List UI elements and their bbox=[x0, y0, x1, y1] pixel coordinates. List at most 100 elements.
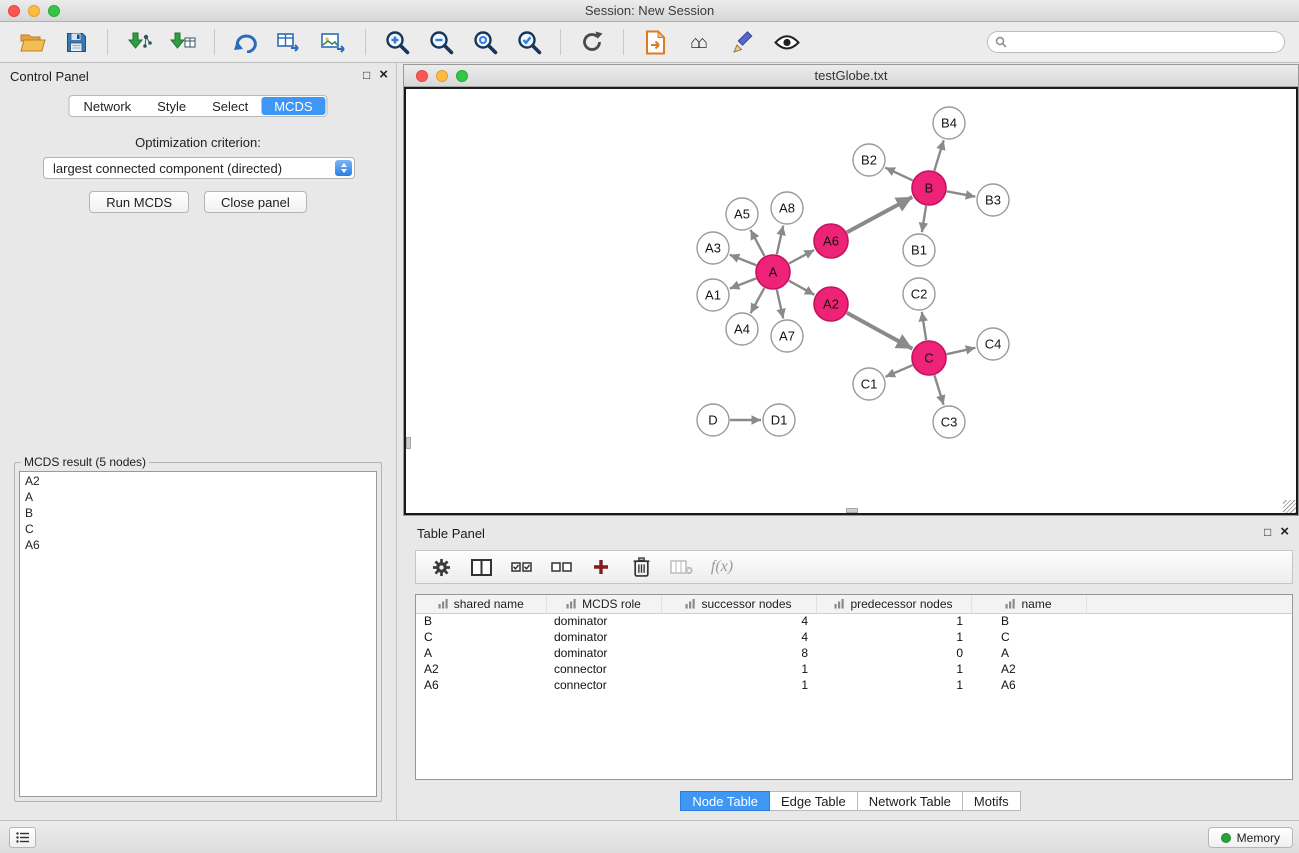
task-history-button[interactable] bbox=[9, 827, 36, 848]
tab-motifs[interactable]: Motifs bbox=[962, 791, 1021, 811]
cell-MCDS-role[interactable]: connector bbox=[546, 661, 661, 677]
edge-C-C3[interactable] bbox=[934, 375, 943, 405]
import-network-from-file-button[interactable] bbox=[119, 25, 159, 59]
edge-B-B4[interactable] bbox=[934, 140, 943, 171]
node-A4[interactable]: A4 bbox=[726, 313, 758, 345]
create-column-button[interactable] bbox=[586, 553, 616, 581]
cell-MCDS-role[interactable]: dominator bbox=[546, 613, 661, 629]
edge-C-C4[interactable] bbox=[947, 348, 976, 354]
node-A[interactable]: A bbox=[756, 255, 790, 289]
horizontal-scrollbar-thumb[interactable] bbox=[846, 508, 858, 513]
column-header-MCDS-role[interactable]: MCDS role bbox=[546, 595, 661, 613]
cell-successor-nodes[interactable]: 4 bbox=[661, 613, 816, 629]
node-B3[interactable]: B3 bbox=[977, 184, 1009, 216]
zoom-fit-button[interactable] bbox=[465, 25, 505, 59]
table-row[interactable]: Cdominator41C bbox=[416, 629, 1292, 645]
cell-name[interactable]: C bbox=[971, 629, 1086, 645]
node-A5[interactable]: A5 bbox=[726, 198, 758, 230]
table-row[interactable]: Bdominator41B bbox=[416, 613, 1292, 629]
zoom-out-button[interactable] bbox=[421, 25, 461, 59]
node-A8[interactable]: A8 bbox=[771, 192, 803, 224]
table-settings-button[interactable] bbox=[426, 553, 456, 581]
delete-column-button[interactable] bbox=[626, 553, 656, 581]
network-canvas[interactable]: B4B2BB3A8A5A6A3B1AC2A1A2A4A7C4CC1C3DD1 bbox=[404, 87, 1298, 515]
column-header-predecessor-nodes[interactable]: predecessor nodes bbox=[816, 595, 971, 613]
cell-predecessor-nodes[interactable]: 1 bbox=[816, 661, 971, 677]
node-A3[interactable]: A3 bbox=[697, 232, 729, 264]
edge-A-A8[interactable] bbox=[777, 226, 783, 255]
mcds-result-item[interactable]: A2 bbox=[25, 473, 371, 489]
cell-MCDS-role[interactable]: dominator bbox=[546, 629, 661, 645]
delete-table-button[interactable] bbox=[666, 553, 696, 581]
minimize-window-icon[interactable] bbox=[28, 5, 40, 17]
mcds-result-list[interactable]: A2ABCA6 bbox=[19, 471, 377, 797]
edge-B-B1[interactable] bbox=[922, 206, 926, 232]
edge-A-A4[interactable] bbox=[751, 288, 765, 313]
table-row[interactable]: A6connector11A6 bbox=[416, 677, 1292, 693]
node-B1[interactable]: B1 bbox=[903, 234, 935, 266]
edge-A-A1[interactable] bbox=[730, 278, 756, 288]
cell-name[interactable]: B bbox=[971, 613, 1086, 629]
zoom-in-button[interactable] bbox=[377, 25, 417, 59]
node-C1[interactable]: C1 bbox=[853, 368, 885, 400]
cell-predecessor-nodes[interactable]: 1 bbox=[816, 629, 971, 645]
window-titlebar[interactable]: Session: New Session bbox=[0, 0, 1299, 22]
tab-node-table[interactable]: Node Table bbox=[680, 791, 770, 811]
node-D1[interactable]: D1 bbox=[763, 404, 795, 436]
resize-grip-icon[interactable] bbox=[1283, 500, 1296, 513]
close-window-icon[interactable] bbox=[8, 5, 20, 17]
function-builder-button[interactable]: f(x) bbox=[706, 553, 736, 581]
node-A2[interactable]: A2 bbox=[814, 287, 848, 321]
node-A1[interactable]: A1 bbox=[697, 279, 729, 311]
mcds-result-item[interactable]: A6 bbox=[25, 537, 371, 553]
import-table-from-file-button[interactable] bbox=[163, 25, 203, 59]
tab-network[interactable]: Network bbox=[70, 97, 144, 115]
edge-A2-C[interactable] bbox=[847, 313, 913, 349]
cell-successor-nodes[interactable]: 1 bbox=[661, 677, 816, 693]
column-header-shared-name[interactable]: shared name bbox=[416, 595, 546, 613]
column-header-successor-nodes[interactable]: successor nodes bbox=[661, 595, 816, 613]
network-window-titlebar[interactable]: testGlobe.txt bbox=[404, 65, 1298, 87]
cell-name[interactable]: A bbox=[971, 645, 1086, 661]
deselect-all-button[interactable] bbox=[546, 553, 576, 581]
node-C[interactable]: C bbox=[912, 341, 946, 375]
home-button[interactable]: ⌂⌂ bbox=[679, 25, 719, 59]
float-panel-icon[interactable]: □ bbox=[363, 68, 370, 82]
cell-shared-name[interactable]: C bbox=[416, 629, 546, 645]
node-A6[interactable]: A6 bbox=[814, 224, 848, 258]
cell-MCDS-role[interactable]: dominator bbox=[546, 645, 661, 661]
open-document-button[interactable] bbox=[635, 25, 675, 59]
node-C4[interactable]: C4 bbox=[977, 328, 1009, 360]
node-A7[interactable]: A7 bbox=[771, 320, 803, 352]
save-session-button[interactable] bbox=[56, 25, 96, 59]
node-B2[interactable]: B2 bbox=[853, 144, 885, 176]
edge-B-B2[interactable] bbox=[885, 168, 912, 181]
refresh-button[interactable] bbox=[572, 25, 612, 59]
tab-select[interactable]: Select bbox=[199, 97, 261, 115]
cell-shared-name[interactable]: A6 bbox=[416, 677, 546, 693]
optimization-criterion-select[interactable]: largest connected component (directed) bbox=[43, 157, 355, 179]
cell-shared-name[interactable]: A bbox=[416, 645, 546, 661]
float-table-panel-icon[interactable]: □ bbox=[1264, 525, 1271, 539]
show-hide-button[interactable] bbox=[767, 25, 807, 59]
cell-successor-nodes[interactable]: 1 bbox=[661, 661, 816, 677]
mcds-result-item[interactable]: B bbox=[25, 505, 371, 521]
edge-A-A2[interactable] bbox=[789, 281, 815, 295]
tab-network-table[interactable]: Network Table bbox=[857, 791, 963, 811]
open-session-button[interactable] bbox=[12, 25, 52, 59]
tab-style[interactable]: Style bbox=[144, 97, 199, 115]
vertical-scrollbar-thumb[interactable] bbox=[406, 437, 411, 449]
network-maximize-icon[interactable] bbox=[456, 70, 468, 82]
cell-name[interactable]: A2 bbox=[971, 661, 1086, 677]
cell-MCDS-role[interactable]: connector bbox=[546, 677, 661, 693]
search-input[interactable] bbox=[987, 31, 1285, 53]
cell-successor-nodes[interactable]: 8 bbox=[661, 645, 816, 661]
table-row[interactable]: Adominator80A bbox=[416, 645, 1292, 661]
edge-A6-B[interactable] bbox=[847, 197, 913, 232]
cell-shared-name[interactable]: B bbox=[416, 613, 546, 629]
tab-mcds[interactable]: MCDS bbox=[261, 97, 325, 115]
cell-shared-name[interactable]: A2 bbox=[416, 661, 546, 677]
cell-predecessor-nodes[interactable]: 0 bbox=[816, 645, 971, 661]
edge-A-A7[interactable] bbox=[777, 290, 783, 319]
cell-successor-nodes[interactable]: 4 bbox=[661, 629, 816, 645]
